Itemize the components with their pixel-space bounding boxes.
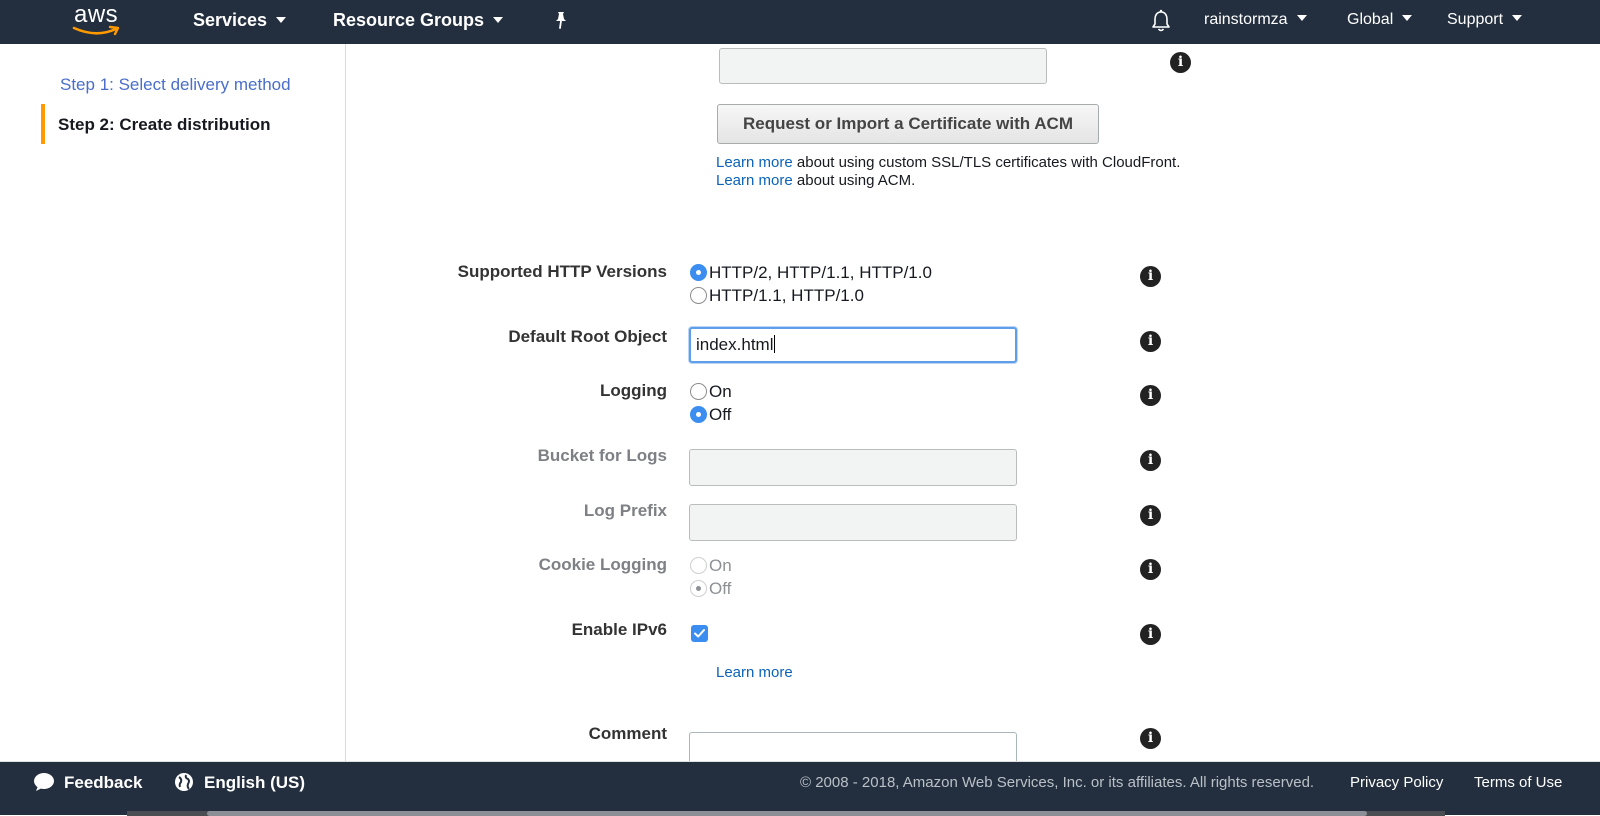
- cookie-logging-label: Cookie Logging: [538, 555, 667, 574]
- radio-selected[interactable]: [690, 406, 707, 423]
- pin-icon[interactable]: [552, 10, 570, 30]
- cookie-logging-on-label: On: [709, 556, 732, 575]
- http-version-option-2-label: HTTP/2, HTTP/1.1, HTTP/1.0: [709, 263, 932, 282]
- default-root-object-value: index.html: [696, 335, 774, 354]
- info-icon[interactable]: i: [1140, 559, 1161, 580]
- info-icon[interactable]: i: [1170, 52, 1191, 73]
- bell-icon[interactable]: [1150, 9, 1172, 33]
- default-root-object-input[interactable]: index.html: [689, 327, 1017, 363]
- scrollbar-thumb[interactable]: [207, 811, 1367, 816]
- radio-unselected[interactable]: [690, 287, 707, 304]
- cookie-logging-off-option: Off: [690, 579, 731, 599]
- log-prefix-input[interactable]: [689, 504, 1017, 541]
- feedback-button[interactable]: Feedback: [32, 772, 142, 793]
- custom-ssl-certificate-input[interactable]: [719, 48, 1047, 84]
- http-version-option-2[interactable]: HTTP/2, HTTP/1.1, HTTP/1.0: [690, 263, 932, 283]
- sidebar-step-create-distribution: Step 2: Create distribution: [58, 115, 271, 134]
- account-menu[interactable]: rainstormza: [1204, 11, 1307, 29]
- acm-note-text: about using ACM.: [792, 172, 916, 189]
- horizontal-scrollbar[interactable]: [127, 811, 1445, 816]
- info-icon[interactable]: i: [1140, 624, 1161, 645]
- privacy-policy-link[interactable]: Privacy Policy: [1350, 774, 1443, 791]
- active-step-indicator: [41, 104, 45, 144]
- logging-label: Logging: [599, 381, 667, 400]
- enable-ipv6-checkbox[interactable]: [691, 625, 708, 642]
- language-selector[interactable]: English (US): [174, 772, 305, 793]
- http-version-option-1-1-label: HTTP/1.1, HTTP/1.0: [709, 286, 864, 305]
- logging-on-label: On: [709, 382, 732, 401]
- info-icon[interactable]: i: [1140, 450, 1161, 471]
- aws-smile-icon: [72, 25, 120, 36]
- sidebar-step-select-delivery-method[interactable]: Step 1: Select delivery method: [60, 75, 291, 95]
- radio-disabled-selected: [690, 580, 707, 597]
- acm-learn-more-link[interactable]: Learn more: [716, 172, 793, 189]
- bucket-for-logs-input[interactable]: [689, 449, 1017, 486]
- region-menu-label: Global: [1347, 11, 1394, 28]
- ssl-learn-more-note: Learn more about using custom SSL/TLS ce…: [716, 154, 1180, 171]
- copyright-text: © 2008 - 2018, Amazon Web Services, Inc.…: [800, 774, 1315, 791]
- comment-label: Comment: [588, 724, 667, 743]
- chevron-down-icon: [1512, 15, 1523, 21]
- ssl-learn-more-link[interactable]: Learn more: [716, 154, 793, 171]
- speech-bubble-icon: [34, 773, 54, 791]
- radio-unselected[interactable]: [690, 383, 707, 400]
- cookie-logging-on-option: On: [690, 556, 732, 576]
- info-icon[interactable]: i: [1140, 266, 1161, 287]
- services-menu-label: Services: [193, 10, 268, 30]
- acm-learn-more-note: Learn more about using ACM.: [716, 172, 915, 189]
- http-versions-label: Supported HTTP Versions: [457, 262, 667, 281]
- resource-groups-menu[interactable]: Resource Groups: [333, 10, 504, 31]
- aws-logo[interactable]: aws: [72, 1, 128, 41]
- comment-input[interactable]: [689, 732, 1017, 761]
- checkmark-icon: [694, 629, 705, 638]
- terms-of-use-link[interactable]: Terms of Use: [1474, 774, 1562, 791]
- chevron-down-icon: [1402, 15, 1413, 21]
- logging-off-label: Off: [709, 405, 732, 424]
- chevron-down-icon: [493, 17, 504, 23]
- console-footer: Feedback English (US) © 2008 - 2018, Ama…: [0, 761, 1600, 816]
- logging-on-option[interactable]: On: [690, 382, 732, 402]
- language-label: English (US): [204, 773, 306, 792]
- log-prefix-label: Log Prefix: [583, 501, 667, 520]
- radio-selected[interactable]: [690, 264, 707, 281]
- chevron-down-icon: [1296, 15, 1307, 21]
- resource-groups-menu-label: Resource Groups: [333, 10, 485, 30]
- account-menu-label: rainstormza: [1204, 11, 1288, 28]
- globe-icon: [175, 773, 193, 791]
- logging-off-option[interactable]: Off: [690, 405, 731, 425]
- support-menu-label: Support: [1447, 11, 1504, 28]
- chevron-down-icon: [276, 17, 287, 23]
- main-content: i Request or Import a Certificate with A…: [347, 44, 1600, 761]
- info-icon[interactable]: i: [1140, 505, 1161, 526]
- ssl-note-text: about using custom SSL/TLS certificates …: [792, 154, 1181, 171]
- wizard-sidebar: Step 1: Select delivery method Step 2: C…: [0, 44, 346, 761]
- bucket-for-logs-label: Bucket for Logs: [537, 446, 667, 465]
- enable-ipv6-label: Enable IPv6: [571, 620, 667, 639]
- info-icon[interactable]: i: [1140, 385, 1161, 406]
- cookie-logging-off-label: Off: [709, 579, 732, 598]
- support-menu[interactable]: Support: [1447, 11, 1523, 29]
- feedback-label: Feedback: [64, 773, 143, 792]
- info-icon[interactable]: i: [1140, 728, 1161, 749]
- region-menu[interactable]: Global: [1347, 11, 1413, 29]
- request-import-certificate-acm-button[interactable]: Request or Import a Certificate with ACM: [717, 104, 1099, 144]
- info-icon[interactable]: i: [1140, 331, 1161, 352]
- http-version-option-1-1[interactable]: HTTP/1.1, HTTP/1.0: [690, 286, 864, 306]
- radio-disabled: [690, 557, 707, 574]
- default-root-object-label: Default Root Object: [508, 327, 667, 346]
- ipv6-learn-more-link[interactable]: Learn more: [716, 664, 793, 681]
- top-navigation-bar: aws Services Resource Groups rainstormza…: [0, 0, 1600, 44]
- services-menu[interactable]: Services: [193, 10, 287, 31]
